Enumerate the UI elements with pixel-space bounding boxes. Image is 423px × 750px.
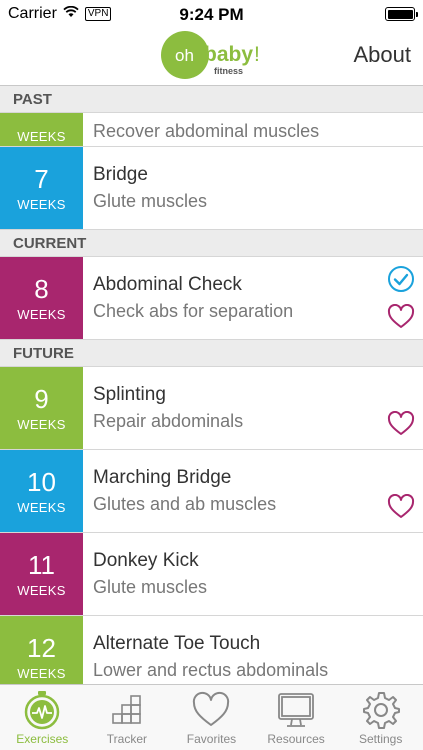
tab-label: Favorites bbox=[186, 732, 237, 746]
week-number: 8 bbox=[34, 274, 49, 304]
svg-text:baby: baby bbox=[204, 43, 253, 66]
weeks-label: WEEKS bbox=[17, 500, 66, 515]
week-badge: 9 WEEKS bbox=[0, 367, 83, 449]
section-header-future: FUTURE bbox=[0, 340, 423, 367]
weeks-label: WEEKS bbox=[17, 307, 66, 322]
svg-text:!: ! bbox=[254, 43, 260, 66]
tab-bar: Exercises Tracker Favorites Resources Se… bbox=[0, 684, 423, 750]
status-bar: Carrier VPN 9:24 PM bbox=[0, 0, 423, 28]
tab-label: Tracker bbox=[106, 732, 147, 746]
svg-text:oh: oh bbox=[175, 46, 194, 65]
status-time: 9:24 PM bbox=[179, 5, 244, 24]
week-badge: 10 WEEKS bbox=[0, 450, 83, 532]
exercise-title: Abdominal Check bbox=[93, 274, 242, 295]
about-button[interactable]: About bbox=[354, 42, 412, 68]
week-badge: 6 WEEKS bbox=[0, 113, 83, 146]
exercise-subtitle: Glutes and ab muscles bbox=[93, 494, 277, 514]
week-badge: 12 WEEKS bbox=[0, 616, 83, 684]
exercise-subtitle: Check abs for separation bbox=[93, 301, 294, 321]
week-badge: 7 WEEKS bbox=[0, 147, 83, 229]
week-number: 12 bbox=[27, 633, 56, 663]
weeks-label: WEEKS bbox=[17, 197, 66, 212]
exercise-row-week-8[interactable]: 8 WEEKS Abdominal Check Check abs for se… bbox=[0, 257, 423, 340]
exercise-title: Donkey Kick bbox=[93, 550, 199, 571]
row-icons bbox=[387, 265, 415, 335]
row-text: Splinting Repair abdominals bbox=[83, 367, 243, 449]
week-number: 11 bbox=[28, 550, 55, 580]
ohbaby-logo: oh baby ! fitness bbox=[160, 30, 270, 80]
row-text: Recover abdominal muscles bbox=[83, 113, 319, 146]
tab-label: Exercises bbox=[16, 732, 69, 746]
exercise-subtitle: Recover abdominal muscles bbox=[93, 121, 320, 141]
week-number: 7 bbox=[34, 164, 49, 194]
exercise-row-week-10[interactable]: 10 WEEKS Marching Bridge Glutes and ab m… bbox=[0, 450, 423, 533]
week-number: 9 bbox=[34, 384, 49, 414]
nav-bar: oh baby ! fitness About bbox=[0, 28, 423, 86]
exercise-row-week-6[interactable]: 6 WEEKS Recover abdominal muscles bbox=[0, 113, 423, 147]
exercise-row-week-7[interactable]: 7 WEEKS Bridge Glute muscles bbox=[0, 147, 423, 230]
tab-exercises[interactable]: Exercises bbox=[0, 685, 85, 750]
week-badge: 8 WEEKS bbox=[0, 257, 83, 339]
tab-tracker[interactable]: Tracker bbox=[85, 685, 170, 750]
tab-label: Resources bbox=[267, 732, 325, 746]
week-number: 10 bbox=[27, 467, 56, 497]
row-text: Marching Bridge Glutes and ab muscles bbox=[83, 450, 276, 532]
weeks-label: WEEKS bbox=[17, 583, 66, 598]
exercise-title: Bridge bbox=[93, 164, 148, 185]
monitor-icon bbox=[276, 690, 316, 730]
svg-text:fitness: fitness bbox=[214, 66, 243, 76]
exercise-title: Alternate Toe Touch bbox=[93, 633, 261, 654]
row-text: Abdominal Check Check abs for separation bbox=[83, 257, 293, 339]
heart-outline-icon[interactable] bbox=[387, 493, 415, 525]
exercise-row-week-11[interactable]: 11 WEEKS Donkey Kick Glute muscles bbox=[0, 533, 423, 616]
heart-icon bbox=[191, 690, 231, 730]
gear-icon bbox=[361, 690, 401, 730]
section-header-current: CURRENT bbox=[0, 230, 423, 257]
tab-settings[interactable]: Settings bbox=[338, 685, 423, 750]
blocks-icon bbox=[107, 690, 147, 730]
exercise-subtitle: Glute muscles bbox=[93, 577, 208, 597]
weeks-label: WEEKS bbox=[17, 666, 66, 681]
row-text: Alternate Toe Touch Lower and rectus abd… bbox=[83, 616, 328, 684]
exercise-title: Marching Bridge bbox=[93, 467, 232, 488]
heart-outline-icon[interactable] bbox=[387, 410, 415, 442]
tab-favorites[interactable]: Favorites bbox=[169, 685, 254, 750]
exercise-subtitle: Repair abdominals bbox=[93, 411, 244, 431]
exercise-list[interactable]: PAST 6 WEEKS Recover abdominal muscles 7… bbox=[0, 86, 423, 684]
weeks-label: WEEKS bbox=[17, 129, 66, 144]
battery-icon bbox=[385, 7, 418, 21]
row-icons bbox=[387, 375, 415, 442]
exercise-row-week-9[interactable]: 9 WEEKS Splinting Repair abdominals bbox=[0, 367, 423, 450]
section-header-past: PAST bbox=[0, 86, 423, 113]
exercise-subtitle: Lower and rectus abdominals bbox=[93, 660, 329, 680]
checkmark-circle-icon[interactable] bbox=[387, 265, 415, 298]
tab-resources[interactable]: Resources bbox=[254, 685, 339, 750]
weeks-label: WEEKS bbox=[17, 417, 66, 432]
exercise-title: Splinting bbox=[93, 384, 166, 405]
week-badge: 11 WEEKS bbox=[0, 533, 83, 615]
heart-outline-icon[interactable] bbox=[387, 303, 415, 335]
row-icons bbox=[387, 458, 415, 525]
exercise-row-week-12[interactable]: 12 WEEKS Alternate Toe Touch Lower and r… bbox=[0, 616, 423, 684]
stopwatch-icon bbox=[22, 690, 62, 730]
row-text: Bridge Glute muscles bbox=[83, 147, 207, 229]
tab-label: Settings bbox=[358, 732, 403, 746]
exercise-subtitle: Glute muscles bbox=[93, 191, 208, 211]
row-text: Donkey Kick Glute muscles bbox=[83, 533, 207, 615]
